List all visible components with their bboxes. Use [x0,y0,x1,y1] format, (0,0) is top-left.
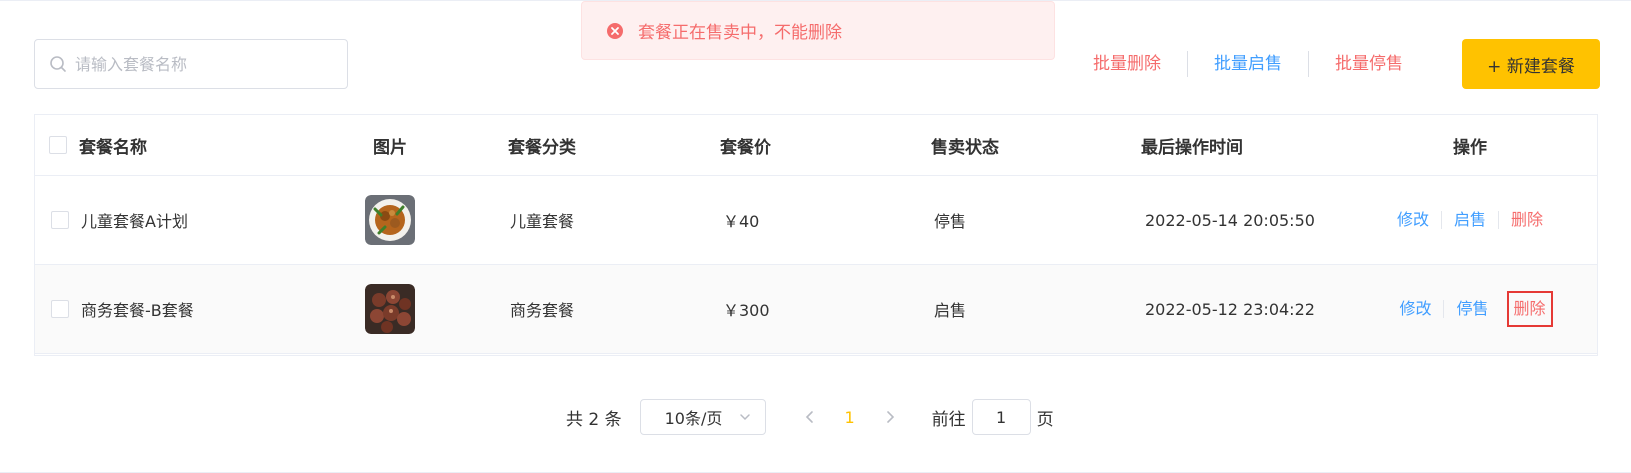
goto-label: 前往 [931,409,966,430]
combo-price: ￥40 [723,212,760,231]
combo-updated-at: 2022-05-12 23:04:22 [1145,299,1315,319]
search-box[interactable] [34,39,348,89]
toast-message: 套餐正在售卖中，不能删除 [638,23,842,43]
chevron-left-icon [805,411,813,423]
combo-name: 商务套餐-B套餐 [81,301,194,320]
table-row: 商务套餐-B套餐 商务套餐 ￥300 启售 2022-05-12 23:04:2… [35,265,1597,354]
header-status: 售卖状态 [931,137,999,158]
row-actions: 修改 启售 删除 [1365,176,1575,264]
combo-thumbnail [365,284,415,334]
row-checkbox-cell [51,265,75,353]
new-combo-button[interactable]: + 新建套餐 [1462,39,1600,89]
goto-unit: 页 [1036,409,1054,430]
header-price: 套餐价 [720,137,771,158]
header-actions: 操作 [1453,137,1487,158]
pagination-total: 共 2 条 [566,409,622,430]
combo-table: 套餐名称 图片 套餐分类 套餐价 售卖状态 最后操作时间 操作 儿童套餐A计划 … [34,114,1598,356]
row-checkbox[interactable] [51,211,69,229]
row-actions: 修改 停售 删除 [1365,265,1575,353]
header-updated: 最后操作时间 [1141,137,1243,158]
pagination: 共 2 条 10条/页 1 前往 页 [566,399,1054,435]
table-row: 儿童套餐A计划 儿童套餐 ￥40 停售 2022-05-14 20:05:50 … [35,176,1597,265]
error-circle-icon [607,22,623,39]
combo-thumbnail [365,195,415,245]
search-icon [50,56,66,72]
chevron-down-icon [739,414,750,421]
row-checkbox-cell [51,176,75,264]
batch-actions: 批量删除 批量启售 批量停售 [1075,50,1429,78]
next-page-button[interactable] [874,399,906,435]
delete-button[interactable]: 删除 [1506,291,1553,327]
row-checkbox[interactable] [51,300,69,318]
select-all-checkbox[interactable] [49,136,67,154]
combo-image-cell [335,176,445,264]
delete-button[interactable]: 删除 [1499,208,1555,232]
combo-image-cell [335,265,445,353]
combo-category: 商务套餐 [510,301,575,320]
header-name: 套餐名称 [79,137,147,158]
edit-button[interactable]: 修改 [1387,297,1443,321]
combo-status: 停售 [934,212,967,231]
batch-delete-button[interactable]: 批量删除 [1075,50,1187,78]
combo-name: 儿童套餐A计划 [81,212,188,231]
combo-updated-at: 2022-05-14 20:05:50 [1145,210,1315,230]
table-header: 套餐名称 图片 套餐分类 套餐价 售卖状态 最后操作时间 操作 [35,115,1597,176]
enable-button[interactable]: 启售 [1442,208,1498,232]
disable-button[interactable]: 停售 [1444,297,1500,321]
header-checkbox-cell [49,115,73,175]
error-toast: 套餐正在售卖中，不能删除 [581,1,1055,60]
batch-disable-button[interactable]: 批量停售 [1309,50,1429,78]
page-number-current[interactable]: 1 [826,408,874,427]
header-category: 套餐分类 [508,137,576,158]
search-input[interactable] [75,54,315,74]
header-image: 图片 [373,137,407,158]
page-size-value: 10条/页 [664,409,723,428]
chevron-right-icon [886,411,894,423]
combo-status: 启售 [934,301,967,320]
page-size-select[interactable]: 10条/页 [639,399,766,435]
prev-page-button[interactable] [794,399,826,435]
goto-page-input[interactable] [971,399,1031,435]
combo-category: 儿童套餐 [510,212,575,231]
edit-button[interactable]: 修改 [1385,208,1441,232]
combo-price: ￥300 [723,301,770,320]
batch-enable-button[interactable]: 批量启售 [1188,50,1308,78]
